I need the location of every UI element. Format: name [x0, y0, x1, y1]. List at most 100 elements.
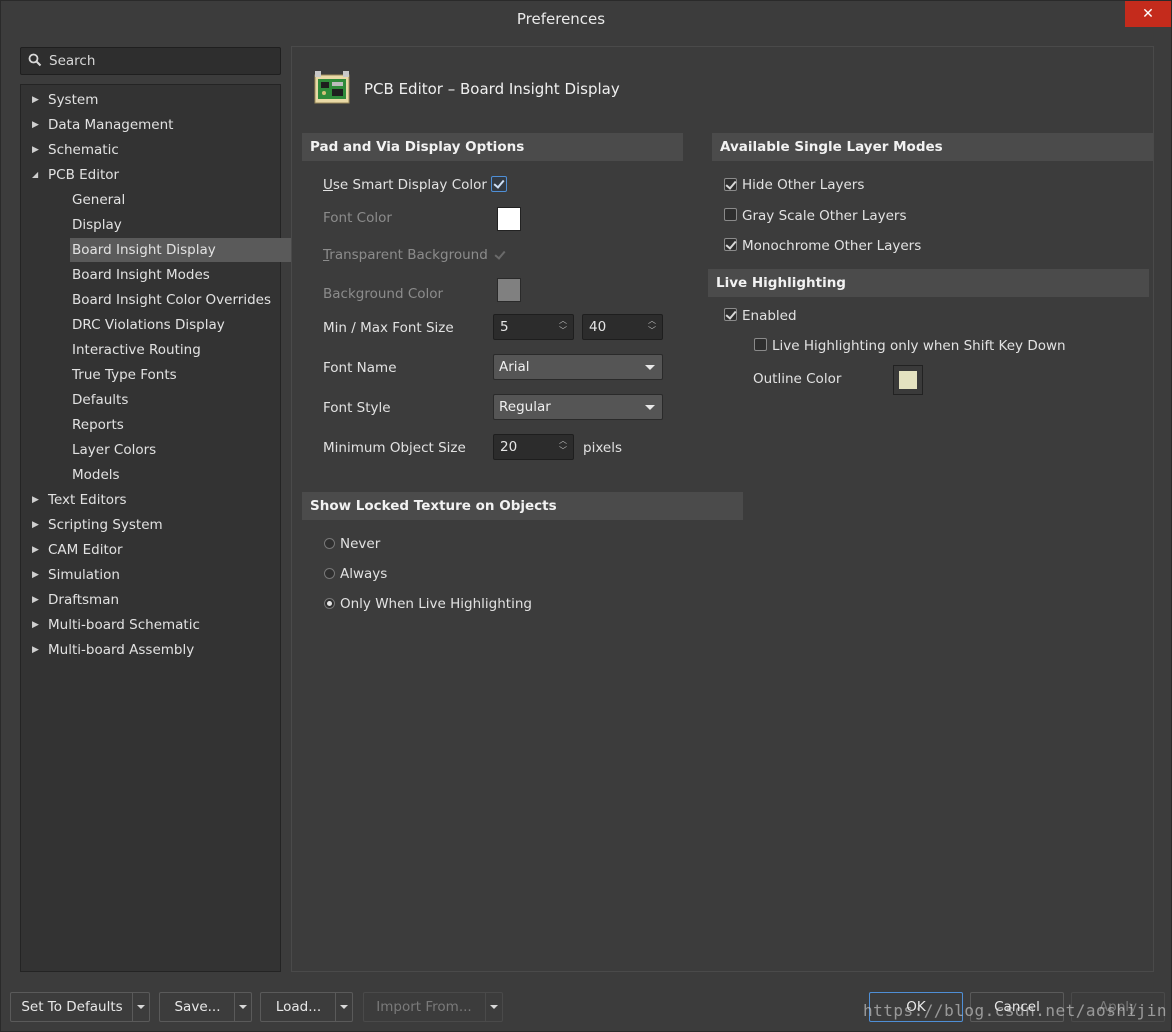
chevron-down-icon[interactable]: [234, 993, 251, 1021]
window-title: Preferences: [516, 10, 606, 28]
minimum-object-size-stepper[interactable]: 20 ︿ ﹀: [493, 434, 574, 460]
nav-item-label: DRC Violations Display: [72, 317, 225, 333]
radio-always[interactable]: [324, 568, 335, 579]
nav-item[interactable]: Defaults: [21, 388, 280, 412]
chevron-right-icon[interactable]: ▶: [32, 488, 39, 512]
font-style-select[interactable]: Regular: [493, 394, 663, 420]
nav-item-label: Simulation: [48, 567, 120, 583]
chevron-right-icon[interactable]: ▶: [32, 113, 39, 137]
nav-item[interactable]: Interactive Routing: [21, 338, 280, 362]
chevron-right-icon[interactable]: ▶: [32, 538, 39, 562]
gray-scale-other-layers-checkbox[interactable]: [724, 208, 737, 221]
minimum-object-size-value: 20: [500, 439, 518, 455]
chevron-right-icon[interactable]: ▶: [32, 638, 39, 662]
nav-item-label: Text Editors: [48, 492, 127, 508]
outline-color-button[interactable]: [893, 365, 923, 395]
nav-item[interactable]: Display: [21, 213, 280, 237]
max-font-size-value: 40: [589, 319, 607, 335]
live-highlighting-enabled-checkbox[interactable]: [724, 308, 737, 321]
font-color-swatch[interactable]: [497, 207, 521, 231]
nav-item[interactable]: Board Insight Color Overrides: [21, 288, 280, 312]
search-placeholder: Search: [49, 53, 96, 69]
nav-item-label: Models: [72, 467, 120, 483]
chevron-down-icon[interactable]: [335, 993, 352, 1021]
nav-item-label: Display: [72, 217, 122, 233]
use-smart-display-color-checkbox[interactable]: [491, 176, 507, 192]
nav-item[interactable]: ▶ Text Editors: [21, 488, 280, 512]
nav-item-label: Data Management: [48, 117, 174, 133]
font-name-select[interactable]: Arial: [493, 354, 663, 380]
transparent-background-label: Transparent Background: [323, 247, 488, 263]
nav-item[interactable]: ▶ Simulation: [21, 563, 280, 587]
nav-item-label: Interactive Routing: [72, 342, 201, 358]
nav-tree[interactable]: ▶ System ▶ Data Management ▶ Schematic ◢ PCB Ed…: [20, 84, 337, 972]
outline-color-label: Outline Color: [753, 371, 842, 387]
nav-item-label: System: [48, 92, 99, 108]
stepper-arrows-icon[interactable]: ︿ ﹀: [648, 316, 656, 336]
set-to-defaults-button[interactable]: Set To Defaults: [10, 992, 150, 1022]
nav-item[interactable]: Reports: [21, 413, 280, 437]
nav-item[interactable]: ▶ Multi-board Assembly: [21, 638, 280, 662]
set-to-defaults-label: Set To Defaults: [21, 999, 123, 1015]
search-input[interactable]: Search: [20, 47, 281, 75]
radio-never[interactable]: [324, 538, 335, 549]
search-icon: [28, 53, 42, 67]
chevron-right-icon[interactable]: ▶: [32, 513, 39, 537]
stepper-arrows-icon[interactable]: ︿ ﹀: [559, 316, 567, 336]
nav-item[interactable]: Layer Colors: [21, 438, 280, 462]
chevron-right-icon[interactable]: ▶: [32, 588, 39, 612]
transparent-background-checkbox[interactable]: [493, 248, 506, 261]
load-button[interactable]: Load...: [260, 992, 353, 1022]
min-font-size-stepper[interactable]: 5 ︿ ﹀: [493, 314, 574, 340]
chevron-expanded-icon[interactable]: ◢: [32, 163, 38, 187]
radio-only-when-live-highlighting-label: Only When Live Highlighting: [340, 596, 532, 612]
nav-item-label: Reports: [72, 417, 124, 433]
watermark: https://blog.csdn.net/aoshijin: [863, 1001, 1167, 1020]
nav-item[interactable]: ▶ Multi-board Schematic: [21, 613, 280, 637]
nav-item[interactable]: Models: [21, 463, 280, 487]
nav-item[interactable]: ▶ Data Management: [21, 113, 280, 137]
chevron-right-icon[interactable]: ▶: [32, 613, 39, 637]
chevron-right-icon[interactable]: ▶: [32, 138, 39, 162]
nav-item[interactable]: Board Insight Display: [21, 238, 337, 262]
font-color-label: Font Color: [323, 210, 392, 226]
import-from-button[interactable]: Import From...: [363, 992, 503, 1022]
nav-item[interactable]: General: [21, 188, 280, 212]
chevron-down-icon[interactable]: [132, 993, 149, 1021]
chevron-down-icon[interactable]: [485, 993, 502, 1021]
radio-never-label: Never: [340, 536, 381, 552]
radio-only-when-live-highlighting[interactable]: [324, 598, 335, 609]
use-smart-rest: se Smart Display Color: [332, 177, 487, 193]
chevron-down-icon: [645, 365, 655, 370]
chevron-right-icon[interactable]: ▶: [32, 563, 39, 587]
min-max-font-size-label: Min / Max Font Size: [323, 320, 454, 336]
nav-item-label: Multi-board Assembly: [48, 642, 195, 658]
max-font-size-stepper[interactable]: 40 ︿ ﹀: [582, 314, 663, 340]
shift-key-only-checkbox[interactable]: [754, 338, 767, 351]
nav-item[interactable]: True Type Fonts: [21, 363, 280, 387]
nav-item[interactable]: DRC Violations Display: [21, 313, 280, 337]
save-button[interactable]: Save...: [159, 992, 252, 1022]
load-label: Load...: [275, 999, 322, 1015]
nav-item[interactable]: Board Insight Modes: [21, 263, 280, 287]
hide-other-layers-checkbox[interactable]: [724, 178, 737, 191]
background-color-swatch[interactable]: [497, 278, 521, 302]
use-smart-accesskey: U: [323, 177, 333, 193]
nav-item[interactable]: ▶ CAM Editor: [21, 538, 280, 562]
chevron-right-icon[interactable]: ▶: [32, 88, 39, 112]
shift-key-only-label: Live Highlighting only when Shift Key Do…: [772, 338, 1066, 354]
nav-item[interactable]: ▶ Draftsman: [21, 588, 280, 612]
radio-always-label: Always: [340, 566, 388, 582]
hide-other-layers-label: Hide Other Layers: [742, 177, 865, 193]
save-label: Save...: [174, 999, 221, 1015]
monochrome-other-layers-checkbox[interactable]: [724, 238, 737, 251]
nav-item-label: Scripting System: [48, 517, 163, 533]
nav-item[interactable]: ◢ PCB Editor: [21, 163, 280, 187]
close-button[interactable]: ✕: [1125, 1, 1171, 27]
nav-item[interactable]: ▶ Scripting System: [21, 513, 280, 537]
nav-item-label: CAM Editor: [48, 542, 123, 558]
nav-item[interactable]: ▶ System: [21, 88, 280, 112]
stepper-arrows-icon[interactable]: ︿ ﹀: [559, 436, 567, 456]
section-pad-via: Pad and Via Display Options: [302, 133, 683, 161]
nav-item[interactable]: ▶ Schematic: [21, 138, 280, 162]
